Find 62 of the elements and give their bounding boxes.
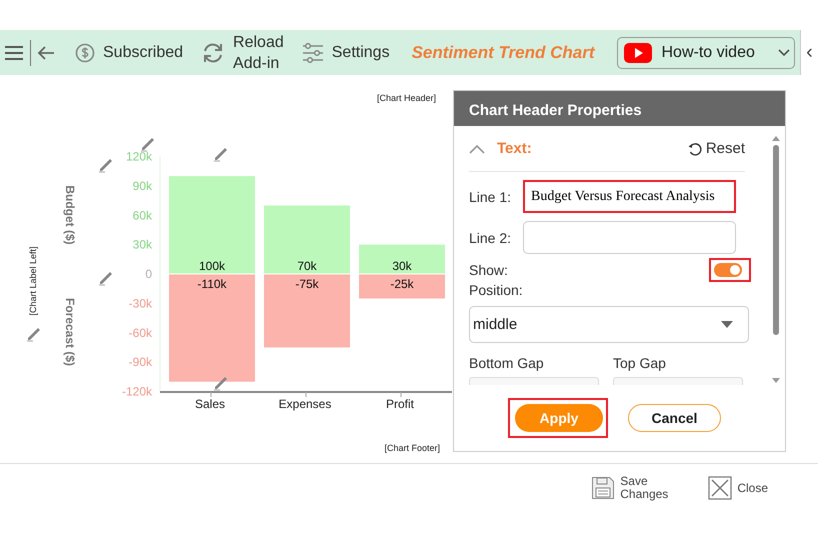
- pencil-icon[interactable]: [214, 148, 227, 162]
- back-arrow-icon[interactable]: [37, 44, 55, 60]
- dollar-icon: [75, 42, 95, 62]
- category-label: Expenses: [278, 397, 332, 411]
- reset-button[interactable]: Reset: [688, 140, 745, 157]
- position-dropdown[interactable]: middle: [469, 306, 749, 343]
- y-tick-label: 90k: [132, 178, 152, 193]
- chart-label-left-placeholder[interactable]: [Chart Label Left]: [28, 246, 38, 316]
- panel-title: Chart Header Properties: [454, 91, 785, 126]
- play-icon: [624, 42, 652, 62]
- category-label: Profit: [386, 397, 414, 411]
- field-label: Top Gap: [613, 355, 667, 371]
- value-label: -25k: [390, 277, 414, 291]
- value-label: -75k: [295, 277, 319, 291]
- axis-title: Forecast ($): [63, 298, 77, 366]
- app-title: Sentiment Trend Chart: [412, 42, 594, 62]
- value-label: 30k: [392, 259, 412, 273]
- pencil-icon[interactable]: [26, 328, 40, 342]
- field-label: Bottom Gap: [469, 355, 545, 371]
- category-label: Sales: [194, 397, 226, 411]
- y-tick-label: 60k: [132, 208, 152, 222]
- video-dropdown[interactable]: How-to video: [616, 36, 794, 68]
- y-tick-label: 0: [145, 267, 152, 281]
- menu-icon[interactable]: [4, 44, 24, 60]
- reload-button[interactable]: Reload Add-in: [201, 32, 284, 74]
- y-tick-label: -90k: [128, 355, 152, 370]
- show-toggle[interactable]: [714, 263, 742, 277]
- cancel-button[interactable]: Cancel: [628, 404, 721, 432]
- chevron-up-icon: [469, 144, 485, 154]
- chart-header-placeholder[interactable]: [Chart Header]: [376, 93, 436, 103]
- pencil-icon[interactable]: [214, 377, 227, 390]
- close-icon: [708, 476, 732, 500]
- scroll-down-icon[interactable]: [771, 377, 781, 385]
- field-label: Line 2:: [469, 230, 512, 246]
- y-tick-label: 30k: [132, 238, 152, 252]
- pencil-icon[interactable]: [98, 272, 112, 286]
- value-label: 70k: [297, 259, 317, 273]
- line-2-field[interactable]: [523, 221, 736, 254]
- field-label: Show:: [469, 262, 508, 278]
- dropdown-arrow-icon: [721, 321, 733, 328]
- field-label: Line 1:: [469, 188, 512, 204]
- y-tick-label: 120k: [126, 150, 152, 164]
- pencil-icon[interactable]: [98, 159, 112, 172]
- scroll-up-icon[interactable]: [771, 134, 781, 142]
- y-tick-label: -60k: [128, 326, 152, 340]
- chart-footer-placeholder[interactable]: [Chart Footer]: [384, 443, 440, 453]
- settings-button[interactable]: Settings: [302, 42, 390, 62]
- save-changes-button[interactable]: Save Changes: [591, 475, 668, 501]
- line-1-field[interactable]: Budget Versus Forecast Analysis: [523, 180, 736, 213]
- axis-title: Budget ($): [63, 185, 77, 245]
- y-tick-label: -30k: [128, 296, 152, 310]
- collapse-button[interactable]: ‹: [800, 30, 818, 75]
- chevron-down-icon: [778, 48, 790, 56]
- close-button[interactable]: Close: [708, 475, 768, 501]
- undo-icon: [688, 142, 702, 156]
- sliders-icon: [302, 42, 324, 62]
- pencil-icon[interactable]: [140, 138, 154, 152]
- y-tick-label: -120k: [122, 384, 152, 398]
- value-label: 100k: [198, 259, 226, 273]
- field-label: Position:: [469, 282, 524, 298]
- subscribed-button[interactable]: Subscribed: [75, 42, 184, 62]
- value-label: -110k: [197, 277, 227, 291]
